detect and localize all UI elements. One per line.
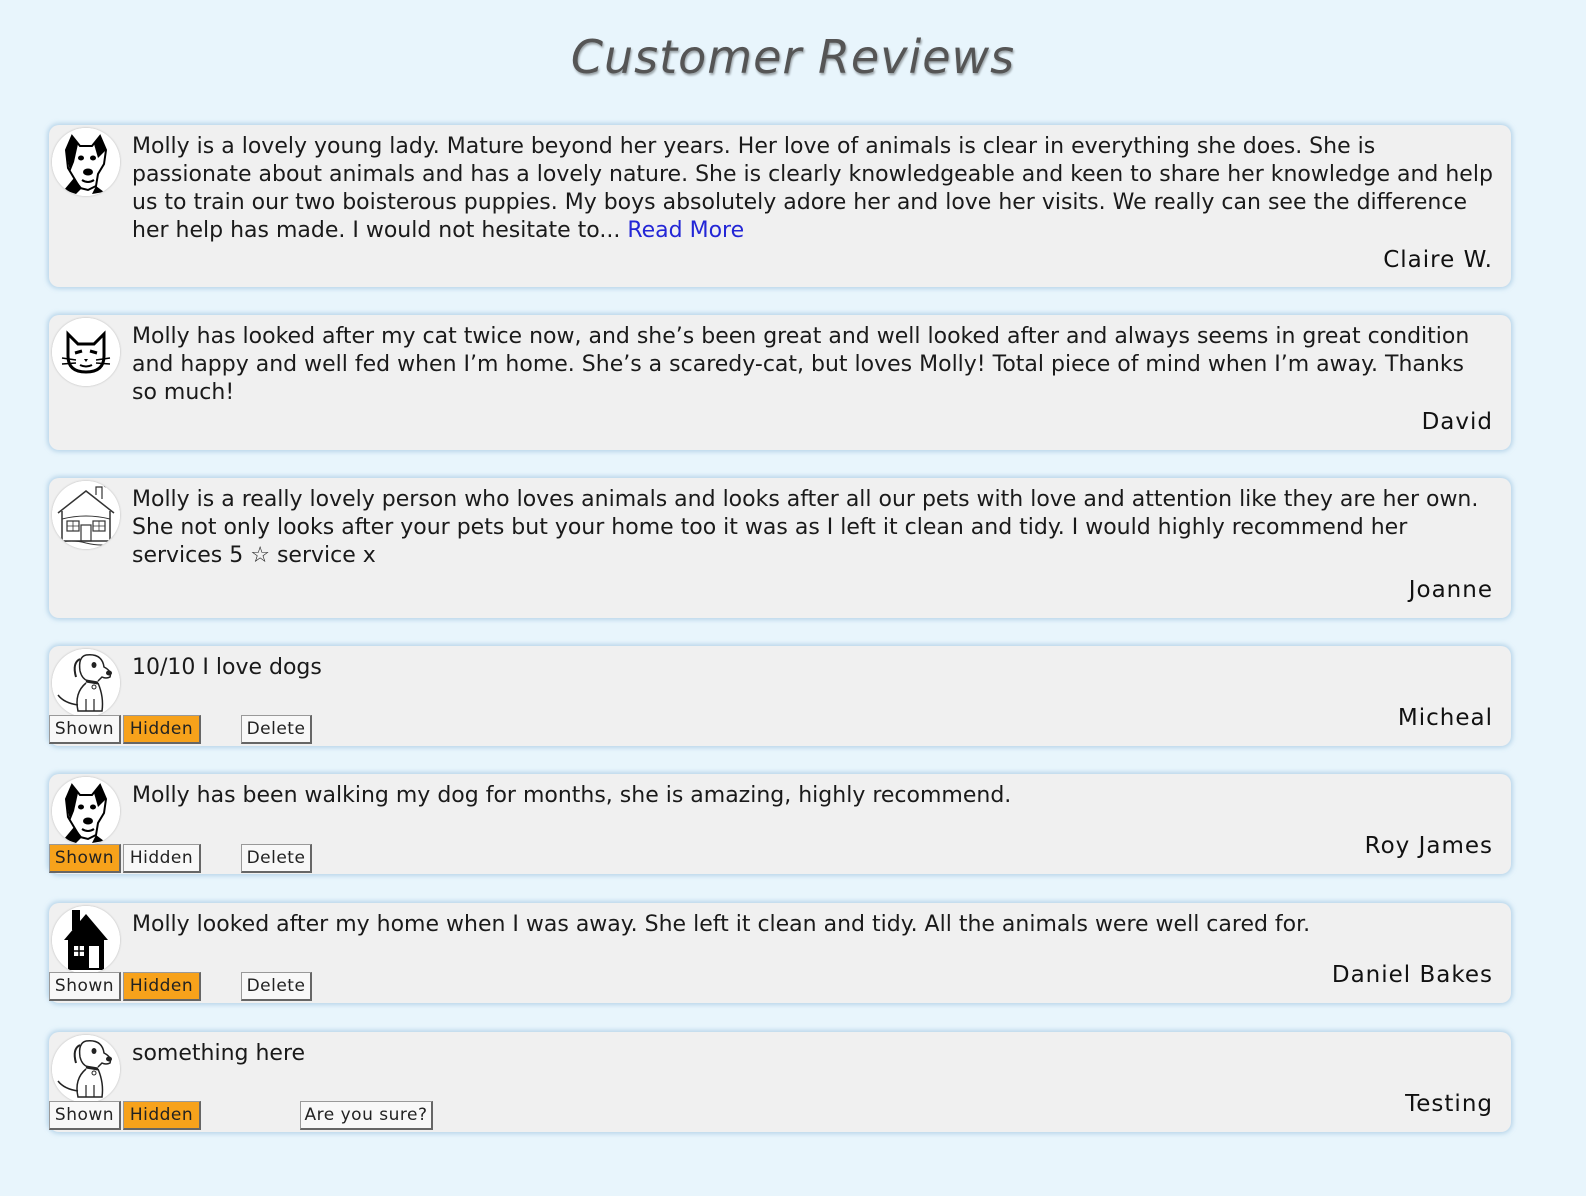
reviewer-name: Claire W. <box>1383 247 1493 273</box>
reviewer-name: Roy James <box>1364 833 1493 859</box>
house-icon <box>52 906 120 974</box>
review-text: Molly has been walking my dog for months… <box>132 783 1012 808</box>
shown-toggle-button[interactable]: Shown <box>49 715 121 744</box>
house-sketch-icon <box>52 481 120 549</box>
delete-button[interactable]: Delete <box>241 844 312 873</box>
review-text: Molly looked after my home when I was aw… <box>132 912 1311 937</box>
review-body: Molly is a lovely young lady. Mature bey… <box>132 134 1493 243</box>
sitting-dog-icon <box>52 649 120 717</box>
pitbull-dog-icon <box>52 777 120 845</box>
confirm-delete-button[interactable]: Are you sure? <box>300 1101 433 1130</box>
page-title: Customer Reviews <box>570 30 1016 84</box>
hidden-toggle-button[interactable]: Hidden <box>123 972 201 1001</box>
review-text: 10/10 I love dogs <box>132 655 322 680</box>
review-text: Molly is a really lovely person who love… <box>132 487 1479 568</box>
review-card: 10/10 I love dogs Micheal Shown Hidden D… <box>49 646 1511 746</box>
hidden-toggle-button[interactable]: Hidden <box>123 1101 201 1130</box>
shown-toggle-button[interactable]: Shown <box>49 1101 121 1130</box>
review-card: something here Testing Shown Hidden Are … <box>49 1032 1511 1132</box>
cat-face-icon <box>52 318 120 386</box>
review-card: Molly is a lovely young lady. Mature bey… <box>49 125 1511 287</box>
shown-toggle-button[interactable]: Shown <box>49 972 121 1001</box>
review-card: Molly is a really lovely person who love… <box>49 478 1511 618</box>
shown-toggle-button[interactable]: Shown <box>49 844 121 873</box>
review-text: something here <box>132 1041 306 1066</box>
sitting-dog-icon <box>52 1035 120 1103</box>
reviewer-name: Testing <box>1405 1091 1493 1117</box>
review-card: Molly looked after my home when I was aw… <box>49 903 1511 1003</box>
delete-button[interactable]: Delete <box>241 715 312 744</box>
reviewer-name: David <box>1421 409 1493 435</box>
reviewer-name: Daniel Bakes <box>1331 962 1493 988</box>
reviewer-name: Micheal <box>1397 705 1493 731</box>
hidden-toggle-button[interactable]: Hidden <box>123 715 201 744</box>
reviewer-name: Joanne <box>1408 577 1493 603</box>
pitbull-dog-icon <box>52 128 120 196</box>
review-card: Molly has looked after my cat twice now,… <box>49 315 1511 450</box>
review-text: Molly has looked after my cat twice now,… <box>132 324 1470 405</box>
review-card: Molly has been walking my dog for months… <box>49 774 1511 874</box>
review-text: Molly is a lovely young lady. Mature bey… <box>132 133 1493 245</box>
hidden-toggle-button[interactable]: Hidden <box>123 844 201 873</box>
read-more-link[interactable]: Read More <box>627 218 744 243</box>
delete-button[interactable]: Delete <box>241 972 312 1001</box>
